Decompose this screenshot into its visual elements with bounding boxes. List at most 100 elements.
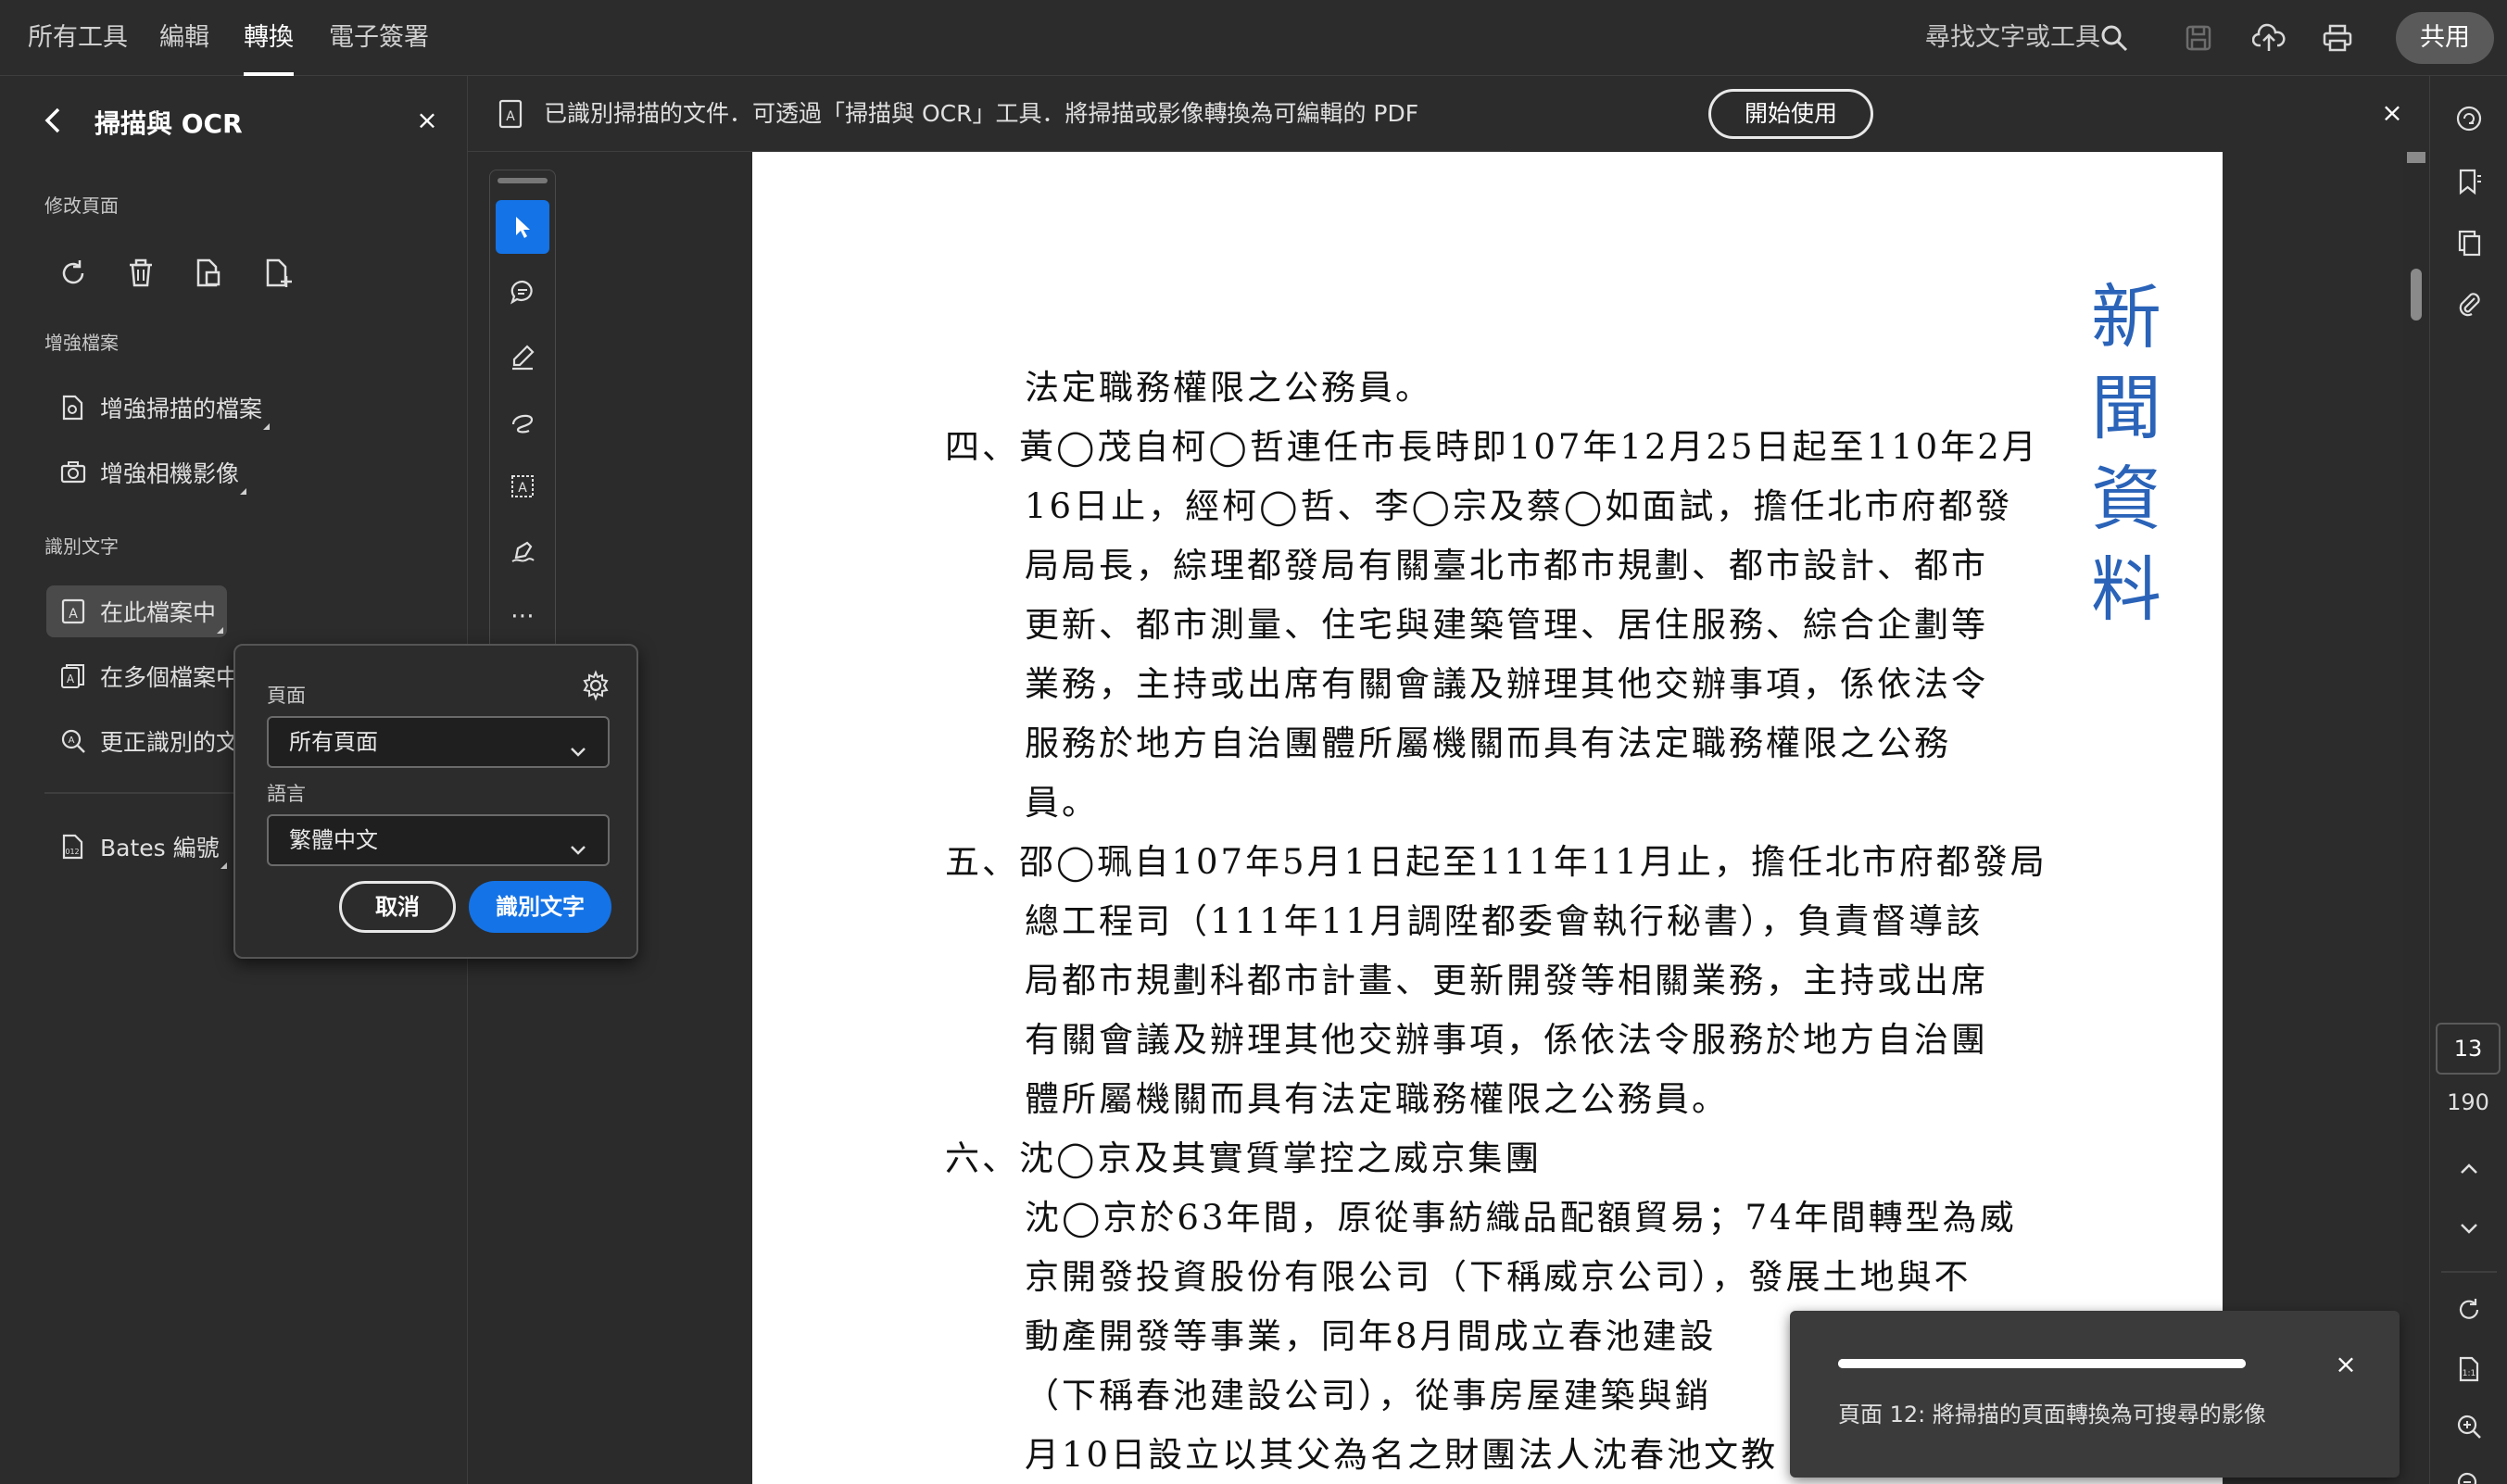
text-box-icon[interactable]: A	[496, 459, 549, 513]
pdf-page[interactable]: 新 聞 資 料 法定職務權限之公務員。 四、黃◯茂自柯◯哲連任市長時即107年1…	[752, 152, 2223, 1484]
settings-gear-icon[interactable]	[580, 670, 613, 703]
pages-select[interactable]: 所有頁面	[267, 716, 610, 768]
right-tool-rail: 13 190 1:1	[2429, 76, 2507, 1484]
rotate-page-icon[interactable]	[50, 250, 96, 296]
panel-title: 掃描與 OCR	[94, 108, 243, 139]
select-tool-icon[interactable]	[496, 200, 549, 254]
more-tools-icon[interactable]: ⋯	[496, 589, 549, 643]
notice-close-icon[interactable]: ×	[2372, 91, 2413, 135]
chevron-up-icon[interactable]	[2441, 1141, 2497, 1197]
correct-recognized-text-button[interactable]: A 更正識別的文	[46, 715, 250, 767]
submenu-indicator	[240, 488, 247, 495]
ocr-document-icon: A	[496, 98, 527, 130]
chevron-down-icon	[567, 731, 589, 779]
stamp-char: 料	[2091, 548, 2161, 631]
top-menu-bar: 所有工具 編輯 轉換 電子簽署 尋找文字或工具 共用	[0, 0, 2507, 76]
upload-cloud-icon[interactable]	[2246, 15, 2292, 61]
save-icon[interactable]	[2175, 15, 2222, 61]
doc-line: 更新、都市測量、住宅與建築管理、居住服務、綜合企劃等	[1025, 605, 1988, 645]
zoom-out-icon[interactable]	[2441, 1456, 2497, 1484]
notice-message: 已識別掃描的文件．可透過「掃描與 OCR」工具．將掃描或影像轉換為可編輯的 PD…	[544, 100, 1419, 127]
svg-text:A: A	[506, 109, 515, 124]
doc-line: 員。	[1025, 783, 1099, 823]
rotate-view-icon[interactable]	[2441, 1282, 2497, 1338]
bates-label: Bates 編號	[100, 835, 220, 861]
camera-icon	[57, 457, 89, 488]
ocr-progress-toast: × 頁面 12: 將掃描的頁面轉換為可搜尋的影像	[1790, 1311, 2400, 1478]
attachment-icon[interactable]	[2441, 276, 2497, 332]
ocr-notice-bar: A 已識別掃描的文件．可透過「掃描與 OCR」工具．將掃描或影像轉換為可編輯的 …	[468, 76, 1510, 152]
comment-tool-icon[interactable]	[496, 265, 549, 319]
tab-e-sign[interactable]: 電子簽署	[329, 0, 429, 76]
print-icon[interactable]	[2314, 15, 2361, 61]
enhance-camera-image-button[interactable]: 增強相機影像	[46, 446, 250, 498]
recognize-in-multiple-files-button[interactable]: A 在多個檔案中	[46, 650, 250, 702]
extract-page-icon[interactable]	[185, 250, 232, 296]
share-button[interactable]: 共用	[2396, 12, 2494, 64]
svg-text:1:1: 1:1	[2463, 1369, 2476, 1378]
progress-bar-fill	[1838, 1359, 2246, 1368]
sign-pen-icon[interactable]	[496, 524, 549, 578]
doc-line: 沈◯京於63年間，原從事紡織品配額貿易；74年間轉型為威	[1025, 1198, 2017, 1238]
pages-select-value: 所有頁面	[289, 729, 378, 755]
toast-status-text: 頁面 12: 將掃描的頁面轉換為可搜尋的影像	[1838, 1402, 2266, 1427]
bates-numbering-button[interactable]: 012 Bates 編號	[46, 821, 231, 873]
comment-ai-icon[interactable]	[2441, 91, 2497, 146]
document-scrollbar[interactable]	[2403, 152, 2429, 1484]
modify-pages-label: 修改頁面	[44, 195, 119, 217]
svg-text:A: A	[67, 673, 75, 685]
doc-line: 六、沈◯京及其實質掌控之威京集團	[945, 1138, 1543, 1178]
submenu-indicator	[217, 627, 224, 634]
ocr-file-icon: A	[57, 596, 89, 627]
svg-text:A: A	[518, 481, 527, 496]
enhance-scanned-file-button[interactable]: 增強掃描的檔案	[46, 382, 273, 434]
news-release-stamp: 新 聞 資 料	[2075, 272, 2177, 635]
chevron-down-icon	[567, 829, 589, 877]
recognize-text-button[interactable]: 識別文字	[469, 881, 611, 933]
svg-text:012: 012	[65, 848, 79, 856]
magnify-text-icon: A	[57, 725, 89, 757]
zoom-in-icon[interactable]	[2441, 1399, 2497, 1454]
in-this-file-label: 在此檔案中	[100, 599, 217, 626]
insert-page-icon[interactable]	[255, 250, 301, 296]
recognize-in-this-file-button[interactable]: A 在此檔案中	[46, 585, 228, 637]
doc-line: 動產開發等事業，同年8月間成立春池建設	[1025, 1316, 1717, 1356]
current-page-input[interactable]: 13	[2436, 1023, 2501, 1075]
doc-line: 體所屬機關而具有法定職務權限之公務員。	[1025, 1079, 1729, 1119]
get-started-button[interactable]: 開始使用	[1708, 89, 1873, 139]
bates-number-icon: 012	[57, 831, 89, 862]
toast-close-icon[interactable]: ×	[2327, 1346, 2364, 1383]
tab-all-tools[interactable]: 所有工具	[28, 0, 128, 76]
doc-line: 有關會議及辦理其他交辦事項，係依法令服務於地方自治團	[1025, 1020, 1988, 1060]
total-pages: 190	[2447, 1089, 2489, 1115]
panel-close-icon[interactable]: ×	[413, 104, 441, 137]
highlight-pen-icon[interactable]	[496, 330, 549, 384]
in-multiple-files-label: 在多個檔案中	[100, 664, 240, 691]
doc-line: 四、黃◯茂自柯◯哲連任市長時即107年12月25日起至110年2月	[945, 427, 2039, 467]
stamp-char: 資	[2091, 458, 2161, 540]
ocr-multiple-files-icon: A	[57, 660, 89, 692]
search-icon[interactable]	[2091, 15, 2137, 61]
enhance-camera-label: 增強相機影像	[100, 460, 240, 487]
freehand-draw-icon[interactable]	[496, 395, 549, 448]
page-fit-icon[interactable]: 1:1	[2441, 1341, 2497, 1397]
enhance-files-label: 增強檔案	[44, 332, 119, 354]
tab-convert[interactable]: 轉換	[244, 0, 294, 76]
find-text-or-tool[interactable]: 尋找文字或工具	[1925, 0, 2100, 76]
quick-tools-toolbar: A ⋯	[489, 170, 556, 651]
page-thumbnails-icon[interactable]	[2441, 215, 2497, 270]
correct-recognized-label: 更正識別的文	[100, 729, 240, 756]
language-select[interactable]: 繁體中文	[267, 814, 610, 866]
chevron-down-icon[interactable]	[2441, 1201, 2497, 1256]
back-arrow-icon[interactable]	[37, 104, 70, 137]
cancel-button[interactable]: 取消	[339, 881, 456, 933]
enhance-scan-icon	[57, 392, 89, 423]
toolbar-drag-handle[interactable]	[498, 178, 548, 183]
delete-page-icon[interactable]	[118, 250, 164, 296]
doc-line: 局都市規劃科都市計畫、更新開發等相關業務，主持或出席	[1025, 961, 1988, 1000]
scrollbar-top-cap	[2407, 152, 2425, 163]
bookmark-icon[interactable]	[2441, 154, 2497, 209]
tab-edit[interactable]: 編輯	[159, 0, 209, 76]
scrollbar-thumb[interactable]	[2411, 269, 2422, 321]
doc-line: 業務，主持或出席有關會議及辦理其他交辦事項，係依法令	[1025, 664, 1988, 704]
